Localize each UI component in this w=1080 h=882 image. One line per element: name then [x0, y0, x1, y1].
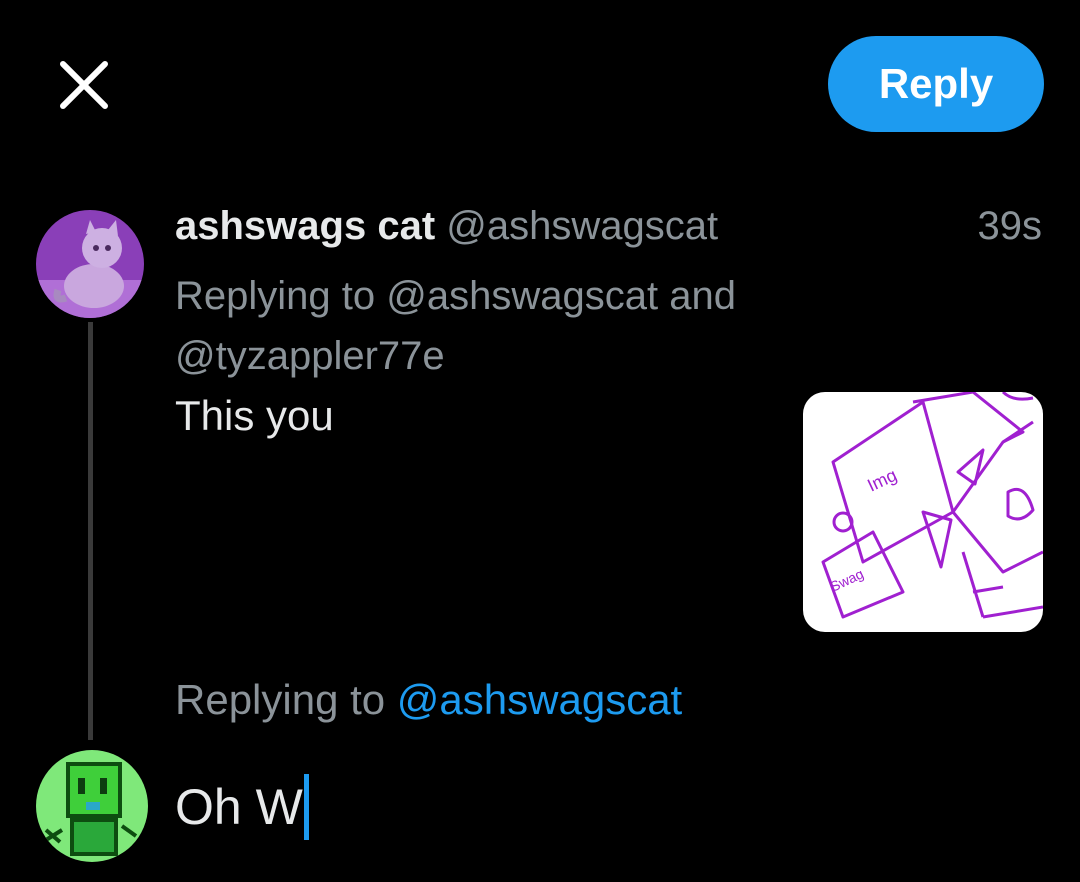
replying-and: and [669, 274, 736, 318]
composer-replying-to: Replying to @ashswagscat [175, 676, 682, 724]
cat-avatar-image [36, 210, 144, 318]
text-cursor [303, 774, 309, 840]
replying-handle-2[interactable]: @tyzappler77e [175, 334, 445, 378]
reply-composer[interactable]: Oh W [175, 774, 309, 840]
tweet-author-avatar[interactable] [36, 210, 144, 318]
drawing-image: Img Swag [821, 392, 1043, 619]
drawing-label-img: Img [864, 465, 900, 496]
drawing-label-swag: Swag [828, 565, 867, 594]
close-icon [60, 61, 108, 109]
tweet-media[interactable]: Img Swag [803, 392, 1043, 632]
close-button[interactable] [55, 56, 113, 114]
author-handle[interactable]: @ashswagscat [446, 204, 718, 248]
reply-button[interactable]: Reply [828, 36, 1044, 132]
replying-handle-1[interactable]: @ashswagscat [386, 274, 658, 318]
composer-replying-handle[interactable]: @ashswagscat [397, 676, 682, 723]
robot-avatar-image [36, 750, 148, 862]
thread-line [88, 322, 93, 740]
composer-replying-prefix: Replying to [175, 676, 386, 723]
tweet-text: This you [175, 392, 334, 439]
display-name[interactable]: ashswags cat [175, 204, 435, 248]
tweet-header: ashswags cat @ashswagscat [175, 204, 718, 249]
replying-context: Replying to @ashswagscat and @tyzappler7… [175, 266, 815, 386]
replying-prefix: Replying to [175, 274, 376, 318]
composer-draft-text[interactable]: Oh W [175, 778, 303, 836]
user-avatar[interactable] [36, 750, 148, 862]
timestamp: 39s [977, 204, 1043, 248]
